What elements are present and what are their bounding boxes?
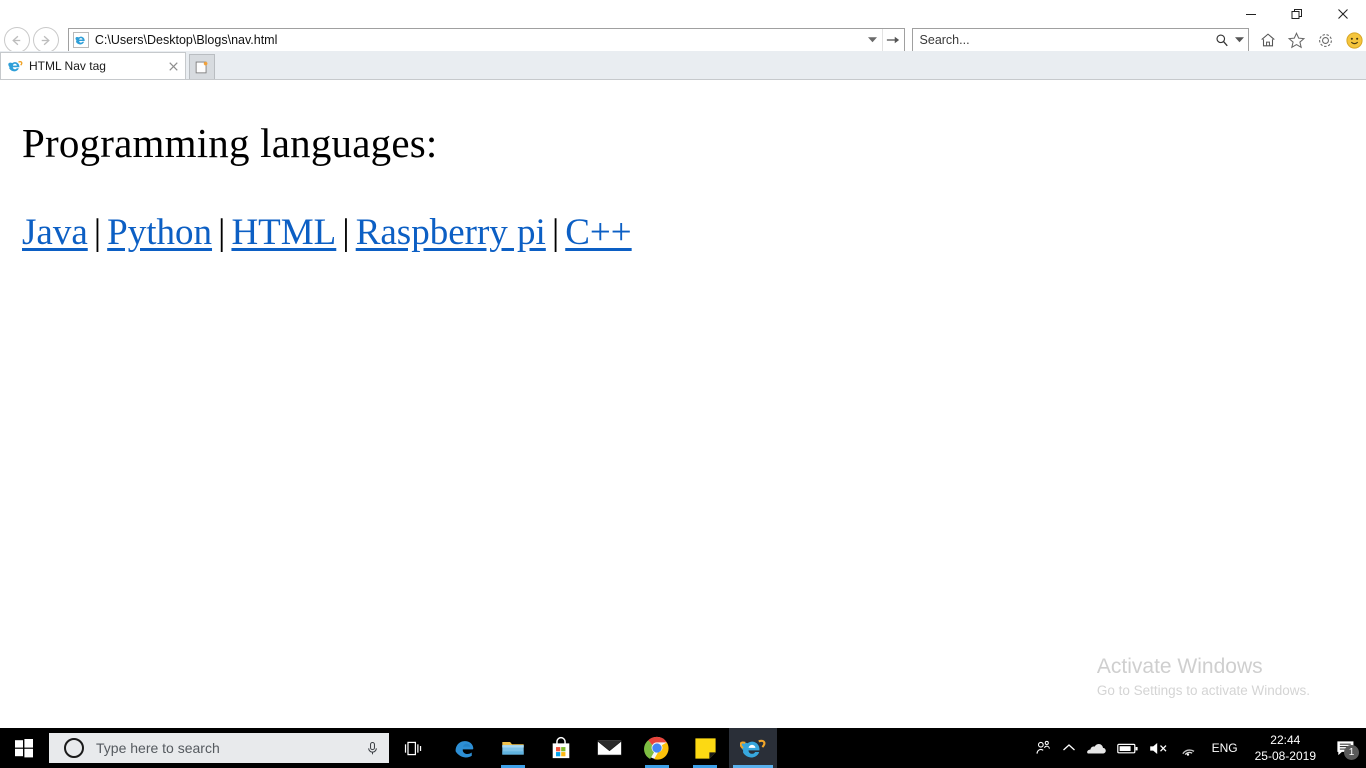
people-icon[interactable]	[1029, 728, 1057, 768]
address-dropdown-icon[interactable]	[864, 37, 882, 43]
nav-links: Java | Python | HTML | Raspberry pi | C++	[22, 212, 1358, 254]
nav-link-raspberry-pi[interactable]: Raspberry pi	[356, 212, 546, 253]
onedrive-cloud-icon[interactable]	[1081, 728, 1112, 768]
forward-button[interactable]	[32, 27, 59, 53]
notification-badge: 1	[1344, 745, 1359, 760]
nav-link-html[interactable]: HTML	[231, 212, 336, 253]
ie-favicon-icon	[72, 32, 89, 48]
address-bar[interactable]: C:\Users\Desktop\Blogs\nav.html	[67, 27, 905, 53]
browser-window: C:\Users\Desktop\Blogs\nav.html Search..…	[0, 0, 1366, 720]
title-bar: C:\Users\Desktop\Blogs\nav.html Search..…	[0, 0, 1366, 54]
clock-time: 22:44	[1270, 732, 1301, 747]
taskbar-app-microsoft-store[interactable]	[537, 728, 585, 768]
nav-link-python[interactable]: Python	[107, 212, 212, 253]
nav-separator: |	[342, 212, 350, 254]
favorites-star-icon[interactable]	[1286, 29, 1308, 51]
action-center-button[interactable]: 1	[1324, 728, 1366, 768]
restore-button[interactable]	[1274, 0, 1320, 28]
clock[interactable]: 22:44 25-08-2019	[1247, 732, 1324, 764]
back-button[interactable]	[4, 27, 30, 53]
start-button[interactable]	[0, 728, 48, 768]
nav-link-java[interactable]: Java	[22, 212, 88, 253]
watermark-title: Activate Windows	[1096, 654, 1263, 678]
taskbar: Type here to search ENG 22:44 25-08-2019…	[0, 728, 1366, 768]
language-indicator[interactable]: ENG	[1203, 741, 1247, 755]
ie-tab-icon	[7, 58, 23, 74]
volume-muted-icon[interactable]	[1144, 728, 1174, 768]
wifi-icon[interactable]	[1174, 728, 1203, 768]
search-dropdown-icon[interactable]	[1232, 37, 1248, 43]
cortana-icon	[64, 738, 84, 758]
home-icon[interactable]	[1257, 29, 1279, 51]
smiley-feedback-icon[interactable]	[1344, 29, 1366, 51]
battery-icon[interactable]	[1112, 728, 1144, 768]
taskbar-app-sticky-notes[interactable]	[681, 728, 729, 768]
nav-separator: |	[93, 212, 102, 254]
address-url-text: C:\Users\Desktop\Blogs\nav.html	[94, 33, 278, 47]
show-hidden-icons-chevron-icon[interactable]	[1057, 728, 1081, 768]
task-view-button[interactable]	[389, 728, 437, 768]
nav-link-cpp[interactable]: C++	[565, 212, 631, 253]
taskbar-app-mail[interactable]	[585, 728, 633, 768]
taskbar-app-internet-explorer[interactable]	[729, 728, 777, 768]
tab-title: HTML Nav tag	[29, 59, 106, 73]
nav-separator: |	[218, 212, 226, 254]
navigation-row: C:\Users\Desktop\Blogs\nav.html Search..…	[0, 26, 1366, 54]
go-arrow-icon[interactable]	[881, 28, 904, 52]
activate-windows-watermark: Activate Windows Go to Settings to activ…	[1097, 654, 1310, 698]
page-title: Programming languages:	[22, 120, 438, 166]
clock-date: 25-08-2019	[1254, 749, 1316, 763]
taskbar-app-file-explorer[interactable]	[489, 728, 537, 768]
microphone-icon[interactable]	[355, 741, 389, 756]
minimize-button[interactable]	[1228, 0, 1274, 28]
taskbar-search-box[interactable]: Type here to search	[49, 733, 389, 763]
search-box[interactable]: Search...	[911, 27, 1249, 53]
page-content: Programming languages: Java | Python | HTML |…	[0, 81, 1366, 720]
close-button[interactable]	[1320, 0, 1366, 28]
taskbar-app-edge[interactable]	[441, 728, 489, 768]
tab-strip: HTML Nav tag	[0, 51, 1366, 80]
search-icon[interactable]	[1212, 33, 1232, 47]
close-icon[interactable]	[165, 58, 181, 74]
gear-icon[interactable]	[1315, 29, 1337, 51]
search-input[interactable]: Search...	[913, 33, 1212, 47]
toolbar-icons	[1257, 29, 1366, 51]
taskbar-apps	[441, 728, 777, 768]
taskbar-app-chrome[interactable]	[633, 728, 681, 768]
nav-separator: |	[551, 212, 560, 254]
new-tab-button[interactable]	[189, 54, 215, 79]
browser-tab[interactable]: HTML Nav tag	[0, 52, 186, 79]
watermark-subtitle: Go to Settings to activate Windows.	[1096, 683, 1310, 698]
window-controls	[1228, 0, 1366, 28]
taskbar-search-input[interactable]: Type here to search	[96, 740, 355, 756]
system-tray: ENG 22:44 25-08-2019 1	[1029, 728, 1366, 768]
